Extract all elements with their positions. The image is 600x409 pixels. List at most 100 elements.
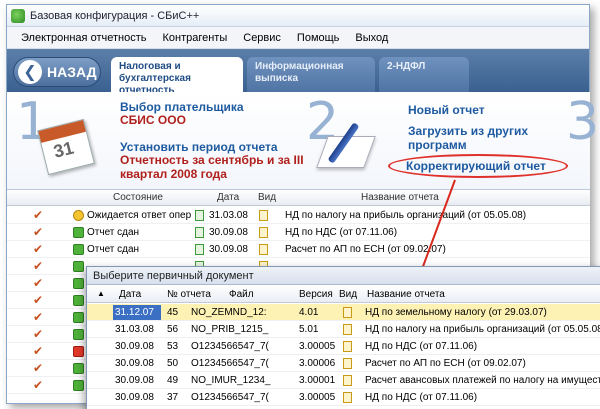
checkmark-icon[interactable]: ✔ <box>33 328 43 340</box>
checkmark-icon[interactable]: ✔ <box>33 243 43 255</box>
dlg-row-report-name: НД по НДС (от 07.11.06) <box>365 341 478 352</box>
checkmark-icon[interactable]: ✔ <box>33 362 43 374</box>
dlg-row-version: 3.00005 <box>299 341 336 352</box>
menu-item-contractors[interactable]: Контрагенты <box>162 32 227 44</box>
window-title: Базовая конфигурация - СБиС++ <box>30 9 200 22</box>
report-type-icon <box>343 375 352 386</box>
dialog-row[interactable]: 31.12.07 45 NO_ZEMND_12: 4.01 НД по земельно… <box>87 304 600 321</box>
checkmark-icon[interactable]: ✔ <box>33 260 43 272</box>
dialog-header: ▲ Дата № отчета Файл Версия Вид Название… <box>87 286 600 303</box>
dlg-row-report-name: Расчет по АП по ЕСН (от 09.02.07) <box>365 358 526 369</box>
tab-tax-accounting[interactable]: Налоговая и бухгалтерская отчетность <box>111 57 243 97</box>
dlg-col-file[interactable]: Файл <box>229 289 254 300</box>
col-report-name[interactable]: Название отчета <box>361 192 439 203</box>
status-icon <box>73 244 84 255</box>
menu-bar: Электронная отчетность Контрагенты Серви… <box>7 27 589 49</box>
new-report-link[interactable]: Новый отчет <box>408 103 485 117</box>
dlg-col-type[interactable]: Вид <box>339 289 357 300</box>
dlg-row-number: 56 <box>167 324 179 335</box>
choose-payer-link[interactable]: Выбор плательщика <box>120 100 244 114</box>
report-type-icon <box>259 244 268 255</box>
load-from-other-link[interactable]: Загрузить из других программ <box>408 124 558 152</box>
menu-item-service[interactable]: Сервис <box>243 32 281 44</box>
row-date: 30.09.08 <box>209 244 248 255</box>
arrow-left-icon: ❮ <box>18 60 42 84</box>
col-type[interactable]: Вид <box>258 192 276 203</box>
tab-information-statement[interactable]: Информационная выписка <box>247 57 375 97</box>
tab-2ndfl[interactable]: 2-НДФЛ <box>379 57 469 97</box>
dlg-col-report-name[interactable]: Название отчета <box>367 289 445 300</box>
dlg-row-number: 37 <box>167 392 179 403</box>
document-icon <box>195 210 204 221</box>
dlg-row-file: NO_ZEMND_12: <box>191 307 267 318</box>
report-type-icon <box>343 307 352 318</box>
report-type-icon <box>259 227 268 238</box>
set-period-link[interactable]: Установить период отчета <box>120 140 278 154</box>
row-date: 30.09.08 <box>209 227 248 238</box>
menu-item-electronic-reporting[interactable]: Электронная отчетность <box>21 32 146 44</box>
menu-item-help[interactable]: Помощь <box>297 32 340 44</box>
status-icon <box>73 329 84 340</box>
back-button[interactable]: ❮ НАЗАД <box>13 57 101 87</box>
checkmark-icon[interactable]: ✔ <box>33 379 43 391</box>
select-primary-doc-dialog: Выберите первичный документ ▲ Дата № отч… <box>86 266 600 409</box>
sort-triangle-icon: ▲ <box>97 289 105 298</box>
table-row[interactable]: ✔ Отчет сдан 30.09.08 НД по НДС (от 07.11.0… <box>7 224 590 241</box>
checkmark-icon[interactable]: ✔ <box>33 345 43 357</box>
checkmark-icon[interactable]: ✔ <box>33 311 43 323</box>
menu-item-exit[interactable]: Выход <box>355 32 388 44</box>
dlg-row-file: NO_IMUR_1234_ <box>191 375 271 386</box>
dlg-row-file: O1234566547_7( <box>191 358 269 369</box>
dialog-row[interactable]: 30.09.08 53 O1234566547_7(3.00005 НД по НДС… <box>87 338 600 355</box>
report-type-icon <box>343 324 352 335</box>
dlg-col-number[interactable]: № отчета <box>167 289 211 300</box>
dialog-row[interactable]: 30.09.08 37 O1234566547_7(3.00005 НД по НДС… <box>87 389 600 406</box>
dialog-row[interactable]: 30.09.08 50 O1234566547_7( 3.00006 Расчет по… <box>87 355 600 372</box>
dlg-row-version: 3.00005 <box>299 392 336 403</box>
row-date: 31.03.08 <box>209 210 248 221</box>
status-icon <box>73 380 84 391</box>
dlg-col-version[interactable]: Версия <box>299 289 333 300</box>
highlight-oval <box>388 154 568 178</box>
dlg-row-number: 50 <box>167 358 179 369</box>
table-row[interactable]: ✔ Отчет сдан 30.09.08 Расчет по АП по ЕСН (… <box>7 241 590 258</box>
dlg-row-number: 45 <box>167 307 179 318</box>
dialog-title: Выберите первичный документ <box>87 267 600 285</box>
calendar-icon: 31 <box>34 118 100 176</box>
dlg-row-date: 31.03.08 <box>115 324 154 335</box>
status-icon <box>73 227 84 238</box>
dialog-row[interactable]: 31.03.08 56 NO_PRIB_1215_ 5.01 НД по налогу … <box>87 321 600 338</box>
document-icon <box>195 227 204 238</box>
step-number-3: 3 <box>566 92 600 152</box>
col-date[interactable]: Дата <box>217 192 239 203</box>
app-icon <box>11 8 25 23</box>
report-type-icon <box>259 210 268 221</box>
dlg-row-version: 3.00006 <box>299 358 336 369</box>
dlg-col-date[interactable]: Дата <box>119 289 141 300</box>
dlg-row-date: 31.12.07 <box>113 305 161 320</box>
checkmark-icon[interactable]: ✔ <box>33 209 43 221</box>
dlg-row-number: 53 <box>167 341 179 352</box>
report-type-icon <box>343 341 352 352</box>
row-report-name: Расчет по АП по ЕСН (от 09.02.07) <box>285 244 446 255</box>
table-row[interactable]: ✔ Ожидается ответ опер 31.03.08 НД по налог… <box>7 207 590 224</box>
status-icon <box>73 261 84 272</box>
dlg-row-file: O1234566547_7( <box>191 392 269 403</box>
checkmark-icon[interactable]: ✔ <box>33 277 43 289</box>
row-status: Ожидается ответ опер <box>87 210 191 221</box>
dlg-row-date: 30.09.08 <box>115 358 154 369</box>
nav-band: ❮ НАЗАД Налоговая и бухгалтерская отчетн… <box>7 49 589 97</box>
col-status[interactable]: Состояние <box>113 192 163 203</box>
row-report-name: НД по налогу на прибыль организаций (от … <box>285 210 527 221</box>
period-text: Отчетность за сентябрь и за III квартал … <box>120 153 304 181</box>
dlg-row-date: 30.09.08 <box>115 392 154 403</box>
dlg-row-report-name: НД по земельному налогу (от 29.03.07) <box>365 307 547 318</box>
checkmark-icon[interactable]: ✔ <box>33 294 43 306</box>
row-report-name: НД по НДС (от 07.11.06) <box>285 227 398 238</box>
document-icon <box>195 244 204 255</box>
dialog-row[interactable]: 30.09.08 49 NO_IMUR_1234_ 3.00001 Расчет ава… <box>87 372 600 389</box>
row-status: Отчет сдан <box>87 227 140 238</box>
status-icon <box>73 312 84 323</box>
checkmark-icon[interactable]: ✔ <box>33 226 43 238</box>
payer-name: СБИС ООО <box>120 113 186 127</box>
